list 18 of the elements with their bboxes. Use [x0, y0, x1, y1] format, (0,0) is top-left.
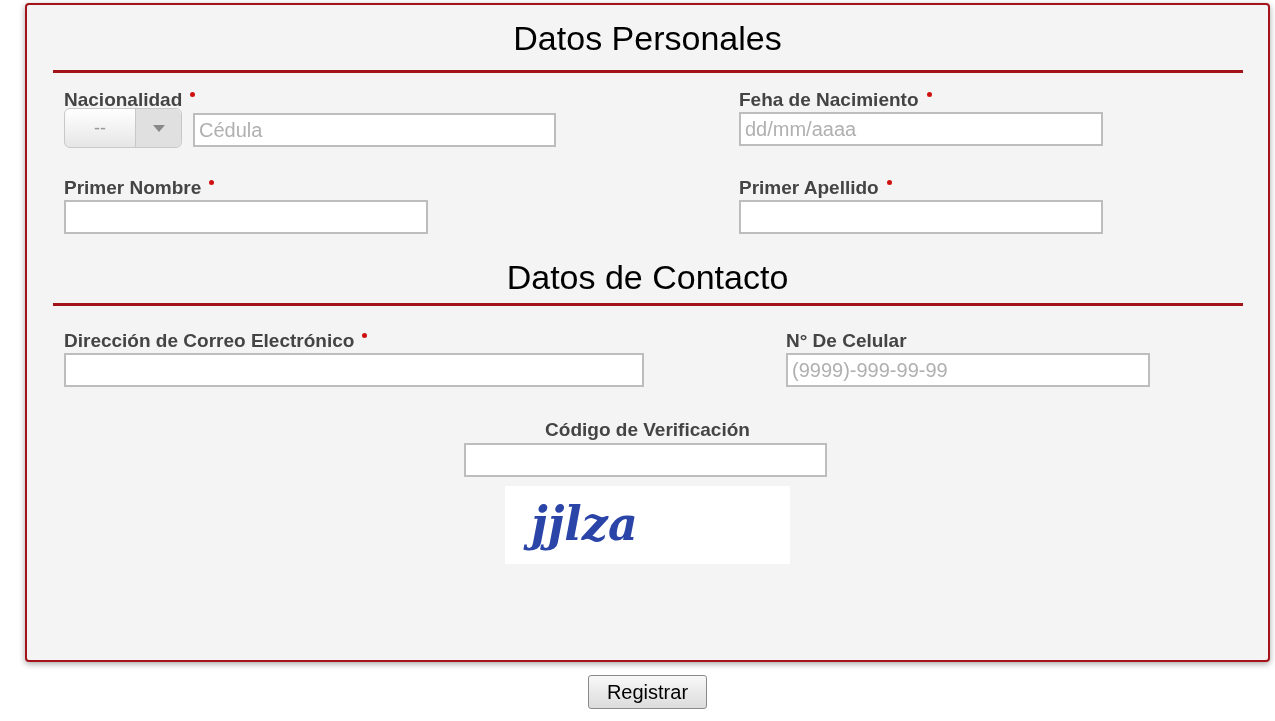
input-field[interactable]: Cédula [193, 113, 556, 147]
register-button[interactable]: Registrar [587, 675, 708, 709]
caret-icon [152, 124, 165, 132]
input-field[interactable] [463, 443, 827, 477]
field-label: Feha de Nacimiento [739, 89, 919, 109]
field-label: Primer Nombre [64, 177, 202, 197]
input-field[interactable]: dd/mm/aaaa [739, 112, 1103, 146]
input-field[interactable] [64, 353, 644, 387]
field-label: Código de Verificación [545, 418, 750, 442]
field-label: Dirección de Correo Electrónico [64, 330, 355, 350]
input-field[interactable]: (9999)-999-99-99 [786, 353, 1150, 387]
field-label: Nacionalidad [64, 89, 183, 109]
section-title: Datos de Contacto [506, 257, 789, 297]
input-field[interactable] [64, 200, 428, 234]
field-label: N° De Celular [786, 330, 907, 350]
field-label: Primer Apellido [739, 177, 879, 197]
section-title: Datos Personales [513, 18, 782, 58]
input-field[interactable] [739, 200, 1103, 234]
